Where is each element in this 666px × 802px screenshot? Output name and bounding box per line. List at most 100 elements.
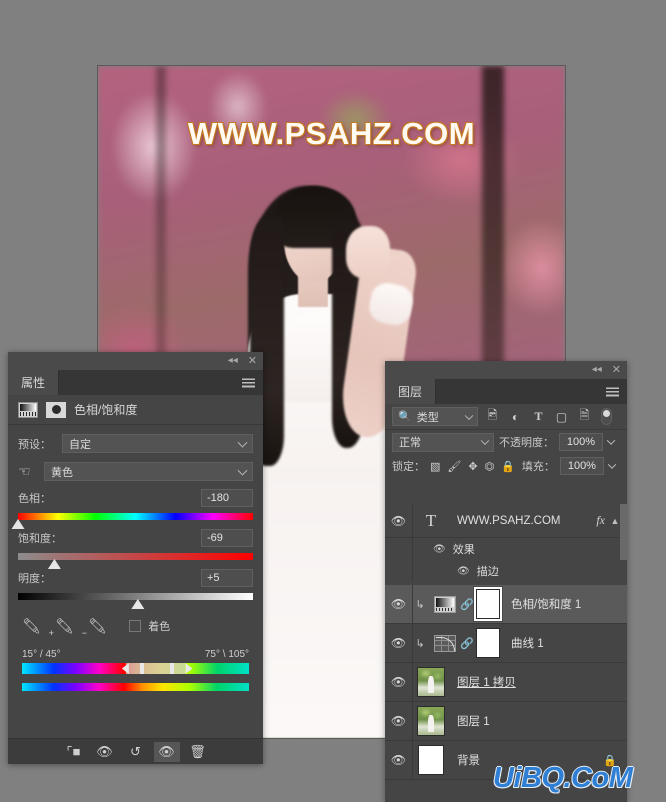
smart-object-filter-icon[interactable]: 🗎 [576,406,593,427]
eyedropper-icon[interactable]: 🖍 [22,617,41,635]
layer-name[interactable]: 曲线 1 [500,635,621,651]
saturation-value-field[interactable]: -69 [201,529,253,547]
saturation-slider-track[interactable] [18,553,253,569]
clip-to-layer-icon[interactable]: ⌜■ [61,742,87,762]
collapse-icon[interactable]: ◂◂ [228,356,238,366]
hue-value-field[interactable]: -180 [201,489,253,507]
layer-visibility-toggle[interactable]: 👁 [385,663,413,701]
fx-icon[interactable]: fx [596,513,609,528]
chevron-down-icon [464,411,474,420]
filter-type-value: 类型 [416,411,439,424]
effect-visibility-toggle[interactable]: 👁 [457,566,470,577]
lock-transparency-icon[interactable]: ▧ [430,460,440,473]
hue-range-handle-inner-left[interactable] [140,663,145,674]
layer-visibility-toggle[interactable]: 👁 [385,585,413,623]
layer-name[interactable]: 图层 1 [446,713,621,729]
lightness-slider-block: 明度： +5 [8,569,263,609]
channel-select[interactable]: 黄色 [44,462,253,481]
hue-slider-track[interactable] [11,513,253,529]
tab-layers[interactable]: 图层 [385,379,437,404]
adjustment-title: 色相/饱和度 [74,403,138,417]
colorize-checkbox-wrap[interactable]: 着色 [129,618,170,634]
hue-range-handle-inner-right[interactable] [169,663,174,674]
layer-thumbnail-adjustment[interactable] [430,589,460,619]
layers-panel: ◂◂ ✕ 图层 🔍 类型 🖻 ◐ T ▢ 🗎 正常 不透明度： 100% 锁定：… [385,361,627,802]
hue-range-bar-zone[interactable] [22,663,249,674]
layer-thumbnail-type[interactable]: T [416,506,446,536]
close-icon[interactable]: ✕ [248,355,257,367]
layer-row-hue-saturation[interactable]: 👁 ↳ 🔗 色相/饱和度 1 [385,585,627,624]
lock-position-icon[interactable]: ✥ [468,460,477,473]
image-filter-icon[interactable]: 🖻 [484,406,501,427]
adjustment-filter-icon[interactable]: ◐ [507,410,524,424]
link-mask-icon[interactable]: 🔗 [460,598,474,611]
saturation-slider-thumb[interactable] [47,559,61,569]
layer-visibility-toggle[interactable]: 👁 [385,624,413,662]
layer-visibility-toggle[interactable]: 👁 [385,741,413,779]
layer-list[interactable]: 👁 T WWW.PSAHZ.COM fx ▲ 👁 效果 👁 描边 👁 ↳ 🔗 色… [385,504,627,802]
layer-thumbnail-adjustment[interactable] [430,628,460,658]
blend-mode-value: 正常 [399,437,421,449]
hue-label: 色相： [18,493,51,505]
layer-thumbnail-background[interactable] [416,745,446,775]
layer-row-pixel[interactable]: 👁 图层 1 [385,702,627,741]
preset-select[interactable]: 自定 [62,434,253,453]
lightness-slider-thumb[interactable] [131,599,145,609]
layer-mask-thumbnail[interactable] [476,628,500,658]
lightness-slider-track[interactable] [18,593,253,609]
eyedropper-subtract-icon[interactable]: 🖍 − [82,617,107,638]
layer-name[interactable]: 图层 1 拷贝 [446,674,621,690]
on-image-adjust-hand-icon[interactable]: ☜ [18,463,44,480]
layers-tab-row: 图层 [385,379,627,404]
shape-filter-icon[interactable]: ▢ [553,410,570,424]
toggle-visibility-icon[interactable]: 👁 [153,741,180,762]
lock-artboard-icon[interactable]: ⏣ [485,460,495,473]
layer-row-curves[interactable]: 👁 ↳ 🔗 曲线 1 [385,624,627,663]
figure-hand [346,226,390,278]
delete-icon[interactable]: 🗑 [185,742,211,762]
type-filter-icon[interactable]: T [530,409,547,424]
blend-mode-select[interactable]: 正常 [392,432,494,452]
adjustment-header: 色相/饱和度 [8,395,263,425]
filter-type-select[interactable]: 🔍 类型 [392,407,478,426]
layer-visibility-toggle[interactable]: 👁 [385,702,413,740]
close-icon[interactable]: ✕ [612,364,621,376]
effects-visibility-toggle[interactable]: 👁 [433,544,446,555]
layer-thumbnail-pixel[interactable] [416,706,446,736]
tab-properties[interactable]: 属性 [8,370,60,395]
layer-effects-group-row[interactable]: 👁 效果 [385,538,627,560]
layer-mask-thumbnail[interactable] [476,589,500,619]
lock-row: 锁定： ▧ 🖌 ✥ ⏣ 🔒 填充： 100% [385,454,627,478]
layer-name[interactable]: WWW.PSAHZ.COM [446,515,596,527]
blend-mode-row: 正常 不透明度： 100% [385,430,627,454]
filter-enable-toggle[interactable] [601,408,612,425]
lock-image-icon[interactable]: 🖌 [447,460,461,473]
layer-visibility-toggle[interactable]: 👁 [385,504,413,537]
opacity-value-field[interactable]: 100% [559,433,603,451]
layer-thumbnail-pixel[interactable] [416,667,446,697]
lock-all-icon[interactable]: 🔒 [501,460,515,473]
fill-chevron-down-icon[interactable] [607,460,617,469]
reset-icon[interactable]: ↺ [123,742,149,762]
panel-menu-icon[interactable] [606,387,619,396]
layer-row-text[interactable]: 👁 T WWW.PSAHZ.COM fx ▲ [385,504,627,560]
hue-result-spectrum-bar [22,683,249,691]
fill-value-field[interactable]: 100% [559,457,604,475]
lightness-gradient-bar [18,593,253,600]
layer-name[interactable]: 色相/饱和度 1 [500,596,621,612]
opacity-label: 不透明度： [499,437,554,449]
layer-effect-stroke-row[interactable]: 👁 描边 [385,560,627,582]
saturation-label: 饱和度： [18,533,62,545]
layer-row-pixel-copy[interactable]: 👁 图层 1 拷贝 [385,663,627,702]
hue-range-selection[interactable] [126,663,186,674]
link-mask-icon[interactable]: 🔗 [460,637,474,650]
collapse-icon[interactable]: ◂◂ [592,365,602,375]
layer-list-scrollbar[interactable] [620,504,627,560]
view-previous-state-icon[interactable]: 👁 [92,742,118,762]
panel-menu-icon[interactable] [242,378,255,387]
colorize-checkbox[interactable] [129,620,142,632]
opacity-chevron-down-icon[interactable] [606,436,616,445]
lightness-value-field[interactable]: +5 [201,569,253,587]
eyedropper-add-icon[interactable]: 🖍 + [49,617,74,638]
hue-slider-thumb[interactable] [11,519,25,529]
